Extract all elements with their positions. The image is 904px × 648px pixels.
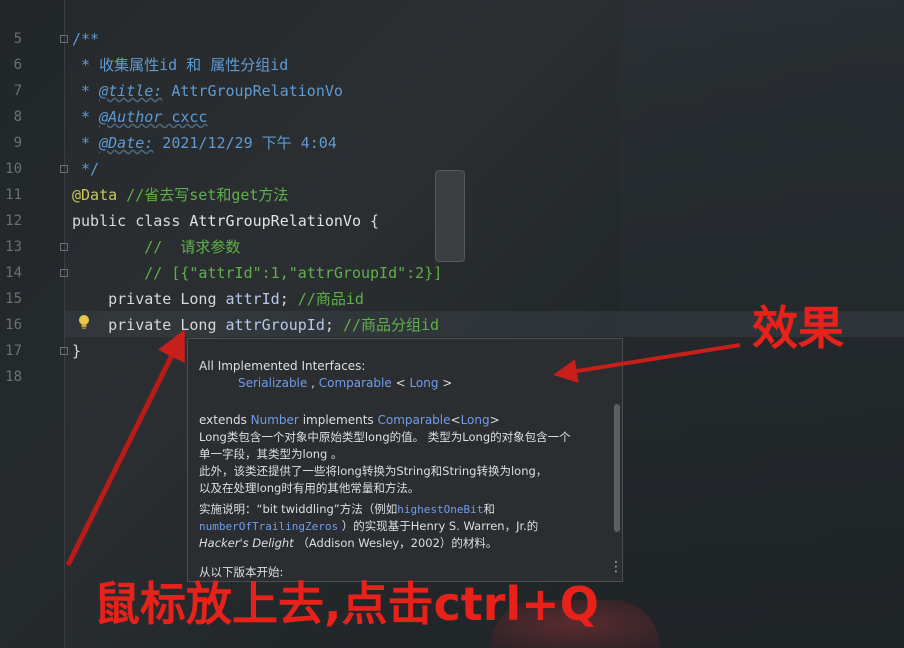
arrow-to-popup [553, 343, 741, 383]
hint-label: 鼠标放上去,点击ctrl+Q [94, 577, 599, 631]
effect-label: 效果 [752, 301, 844, 355]
arrow-to-long [65, 329, 185, 567]
